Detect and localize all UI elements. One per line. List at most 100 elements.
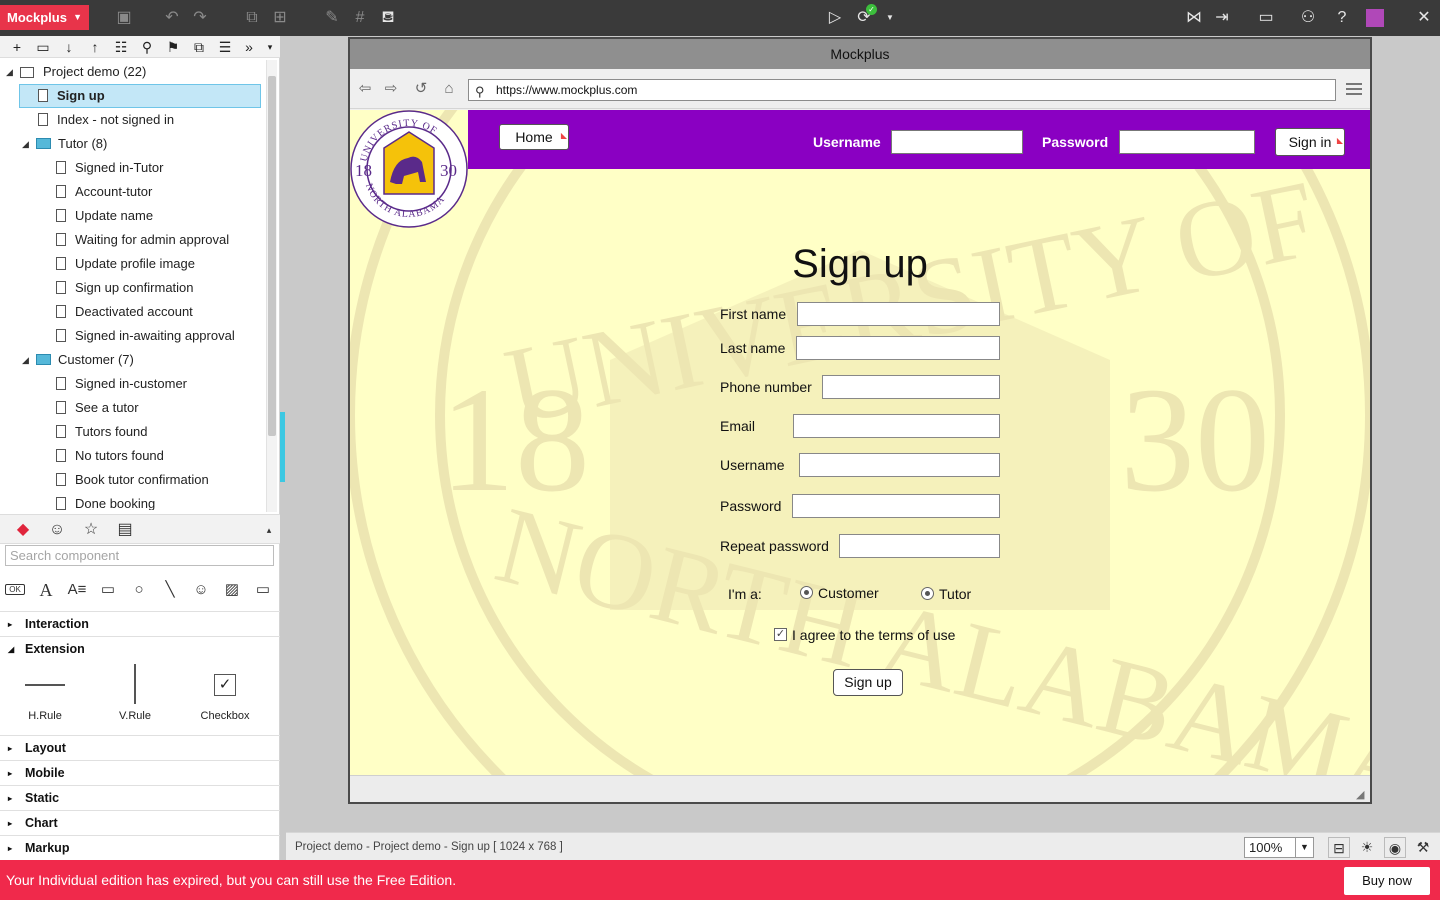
customer-radio[interactable] — [800, 586, 813, 599]
tree-page[interactable]: Done booking — [56, 492, 155, 510]
brightness-icon[interactable]: ☀ — [1356, 837, 1378, 858]
tree-page[interactable]: Tutors found — [56, 420, 148, 444]
move-down-icon[interactable]: ↓ — [60, 38, 78, 56]
line-component-icon[interactable]: ╲ — [159, 579, 181, 601]
redo-icon[interactable]: ↷ — [190, 8, 210, 28]
zoom-select[interactable]: 100% ▼ — [1244, 837, 1314, 858]
terms-checkbox[interactable]: ✓ — [774, 628, 787, 641]
repeat-password-field[interactable] — [839, 534, 1000, 558]
circle-component-icon[interactable]: ○ — [128, 579, 150, 601]
tree-project[interactable]: ◢ Project demo (22) — [6, 60, 146, 84]
tree-page[interactable]: Update name — [56, 204, 153, 228]
scrollbar-thumb[interactable] — [268, 76, 276, 436]
last-name-field[interactable] — [796, 336, 1000, 360]
menu-icon[interactable] — [1346, 83, 1362, 95]
undo-icon[interactable]: ↶ — [162, 8, 182, 28]
app-menu-button[interactable]: Mockplus ▼ — [0, 5, 89, 30]
header-password-input[interactable] — [1119, 130, 1255, 154]
tree-page[interactable]: Account-tutor — [56, 180, 152, 204]
email-field[interactable] — [793, 414, 1000, 438]
left-panel-toggle[interactable] — [280, 412, 285, 482]
save-icon[interactable]: ▣ — [114, 8, 134, 28]
team-icon[interactable]: ⚇ — [1298, 8, 1318, 28]
category-extension[interactable]: ◢ Extension — [0, 636, 280, 661]
rectangle-component-icon[interactable]: ▭ — [97, 579, 119, 601]
device-icon[interactable]: ⊟ — [1328, 837, 1350, 858]
export-icon[interactable]: ⇥ — [1212, 8, 1232, 28]
help-icon[interactable]: ? — [1332, 8, 1352, 28]
forward-icon[interactable]: ⇨ — [382, 80, 400, 98]
caret-down-icon[interactable]: ◢ — [6, 60, 13, 84]
tree-page[interactable]: Sign up confirmation — [56, 276, 194, 300]
category-layout[interactable]: ▸ Layout — [0, 735, 280, 760]
more-icon[interactable]: » — [240, 38, 258, 56]
tree-page[interactable]: Index - not signed in — [38, 108, 174, 132]
search-icon[interactable]: ⚲ — [138, 38, 156, 56]
tree-page[interactable]: See a tutor — [56, 396, 139, 420]
url-bar[interactable]: ⚲ https://www.mockplus.com — [468, 79, 1336, 101]
tree-page[interactable]: Sign up — [19, 84, 261, 108]
flag-icon[interactable]: ⚑ — [164, 38, 182, 56]
move-up-icon[interactable]: ↑ — [86, 38, 104, 56]
tree-folder[interactable]: ◢ Customer (7) — [22, 348, 134, 372]
refresh-icon[interactable]: ↺ — [412, 80, 430, 98]
h-rule-component[interactable]: H.Rule — [5, 664, 85, 722]
sign-up-submit-button[interactable]: Sign up — [833, 669, 903, 696]
tree-page[interactable]: Signed in-awaiting approval — [56, 324, 235, 348]
add-folder-icon[interactable]: ▭ — [34, 38, 52, 56]
group-icon[interactable]: ⧉ — [242, 8, 262, 28]
tree-page[interactable]: No tutors found — [56, 444, 164, 468]
caret-down-icon[interactable]: ◢ — [22, 348, 29, 372]
input-component-icon[interactable]: ▭ — [252, 579, 274, 601]
paragraph-component-icon[interactable]: A≡ — [66, 579, 88, 601]
button-component-icon[interactable]: OK — [5, 584, 25, 595]
image-component-icon[interactable]: ▨ — [221, 579, 243, 601]
category-interaction[interactable]: ▸ Interaction — [0, 611, 280, 636]
list-icon[interactable]: ☰ — [216, 38, 234, 56]
tree-page[interactable]: Deactivated account — [56, 300, 193, 324]
collapse-panel-icon[interactable]: ▾ — [261, 38, 279, 56]
checkbox-component[interactable]: ✓ Checkbox — [185, 664, 265, 722]
emoji-tab-icon[interactable]: ☺ — [46, 519, 68, 541]
category-mobile[interactable]: ▸ Mobile — [0, 760, 280, 785]
components-tab-icon[interactable]: ◆ — [12, 519, 34, 541]
templates-tab-icon[interactable]: ▤ — [114, 519, 136, 541]
sign-in-button[interactable]: Sign in ◣ — [1275, 128, 1345, 156]
home-button[interactable]: Home ◣ — [499, 124, 569, 150]
tree-folder[interactable]: ◢ Tutor (8) — [22, 132, 107, 156]
fullscreen-icon[interactable]: ▭ — [1256, 8, 1276, 28]
tutor-radio[interactable] — [921, 587, 934, 600]
paint-bucket-icon[interactable]: ⛾ — [378, 8, 398, 28]
search-component-input[interactable]: Search component — [5, 545, 274, 566]
sitemap-icon[interactable]: ☷ — [112, 38, 130, 56]
qr-code-icon[interactable] — [1366, 9, 1384, 27]
tree-page[interactable]: Waiting for admin approval — [56, 228, 229, 252]
category-chart[interactable]: ▸ Chart — [0, 810, 280, 835]
settings-tool-icon[interactable]: ⚒ — [1412, 837, 1434, 858]
grid-icon[interactable]: # — [350, 8, 370, 28]
home-icon[interactable]: ⌂ — [440, 80, 458, 98]
format-brush-icon[interactable]: ✎ — [322, 8, 342, 28]
run-preview-icon[interactable]: ▷ — [825, 8, 845, 28]
copy-icon[interactable]: ⧉ — [190, 38, 208, 56]
tree-page[interactable]: Signed in-customer — [56, 372, 187, 396]
header-username-input[interactable] — [891, 130, 1023, 154]
tree-scrollbar[interactable] — [266, 60, 277, 512]
collapse-icon[interactable]: ▴ — [258, 519, 280, 541]
password-field[interactable] — [792, 494, 1000, 518]
category-static[interactable]: ▸ Static — [0, 785, 280, 810]
chevron-down-icon[interactable]: ▼ — [880, 8, 900, 28]
ungroup-icon[interactable]: ⊞ — [270, 8, 290, 28]
buy-now-button[interactable]: Buy now — [1344, 867, 1430, 895]
emoji-component-icon[interactable]: ☺ — [190, 579, 212, 601]
tree-page[interactable]: Book tutor confirmation — [56, 468, 209, 492]
tree-page[interactable]: Signed in-Tutor — [56, 156, 163, 180]
add-page-icon[interactable]: + — [8, 38, 26, 56]
v-rule-component[interactable]: V.Rule — [95, 664, 175, 722]
category-markup[interactable]: ▸ Markup — [0, 835, 280, 860]
text-component-icon[interactable]: A — [35, 579, 57, 601]
back-icon[interactable]: ⇦ — [356, 80, 374, 98]
phone-field[interactable] — [822, 375, 1000, 399]
caret-down-icon[interactable]: ◢ — [22, 132, 29, 156]
preview-eye-icon[interactable]: ◉ — [1384, 837, 1406, 858]
